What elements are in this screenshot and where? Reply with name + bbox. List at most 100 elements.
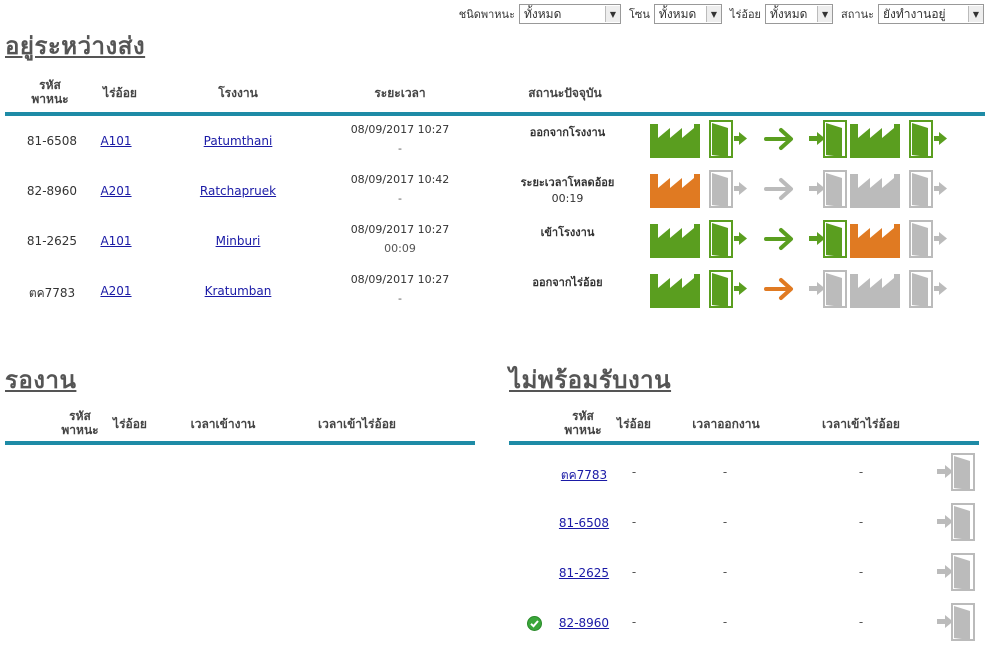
chevron-down-icon: ▼ <box>705 6 721 22</box>
col-header-farm-entry-time: เวลาเข้าไร่อ้อย <box>822 417 900 431</box>
door-enter-icon[interactable] <box>936 603 976 644</box>
table-row: 82-8960 - - - <box>509 600 985 648</box>
start-time: 08/09/2017 10:42 <box>350 173 450 186</box>
col-header-vehicle: รหัสพาหนะ <box>61 409 99 437</box>
end-time: - <box>722 515 728 529</box>
vehicle-cell: 81-6508 <box>549 516 619 530</box>
door-exit-icon <box>908 270 948 308</box>
factory-link[interactable]: Ratchapruek <box>200 184 276 198</box>
vehicle-cell: 81-2625 <box>549 566 619 580</box>
col-header-farm-entry-time: เวลาเข้าไร่อ้อย <box>318 417 396 431</box>
vehicle-id: 81-6508 <box>26 134 78 148</box>
door-enter-icon[interactable] <box>936 453 976 494</box>
status-sub: 00:19 <box>551 192 584 205</box>
door-enter-icon[interactable] <box>936 553 976 594</box>
col-header-status: สถานะปัจจุบัน <box>528 86 602 100</box>
table-row: 81-2625 - - - <box>509 550 985 598</box>
status-select[interactable]: ยังทำงานอยู่ ▼ <box>878 4 984 24</box>
status-label: ออกจากไร่อ้อย <box>532 276 603 289</box>
table-row: ตค7783 - - - <box>509 450 985 498</box>
end-time: - <box>722 615 728 629</box>
farm-link[interactable]: A101 <box>100 134 131 148</box>
factory-link[interactable]: Kratumban <box>205 284 272 298</box>
vehicle-link[interactable]: ตค7783 <box>561 468 607 482</box>
farm-cell: A101 <box>90 134 142 148</box>
vehicle-cell: 82-8960 <box>549 616 619 630</box>
factory-icon <box>650 270 700 308</box>
col-header-vehicle: รหัสพาหนะ <box>564 409 602 437</box>
col-header-vehicle: รหัสพาหนะ <box>31 78 69 106</box>
farm-value: - <box>631 465 637 479</box>
factory-link[interactable]: Patumthani <box>204 134 273 148</box>
farm-cell: A201 <box>90 284 142 298</box>
filter-bar: ชนิดพาหนะ ทั้งหมด ▼ โซน ทั้งหมด ▼ ไร่อ้อย … <box>455 4 984 24</box>
progress-icons <box>650 270 948 308</box>
farm-link[interactable]: A201 <box>100 184 131 198</box>
factory-icon <box>850 170 900 208</box>
progress-icons <box>650 220 948 258</box>
farm-select-value: ทั้งหมด <box>770 6 808 21</box>
vehicle-type-select[interactable]: ทั้งหมด ▼ <box>519 4 621 24</box>
door-enter-icon <box>808 270 848 308</box>
factory-icon <box>850 270 900 308</box>
duration: 00:09 <box>384 242 416 255</box>
door-enter-icon[interactable] <box>936 503 976 544</box>
progress-icons <box>650 170 948 208</box>
farm-cell: A201 <box>90 184 142 198</box>
filter-label-vehicle-type: ชนิดพาหนะ <box>458 8 515 21</box>
door-enter-icon <box>808 170 848 208</box>
factory-link[interactable]: Minburi <box>216 234 261 248</box>
filter-label-status: สถานะ <box>841 8 874 21</box>
table-row: 82-8960 A201 Ratchapruek 08/09/2017 10:42 - ร… <box>0 167 989 215</box>
door-exit-icon <box>908 220 948 258</box>
farm-link[interactable]: A101 <box>100 234 131 248</box>
factory-icon <box>650 170 700 208</box>
start-time: 08/09/2017 10:27 <box>350 273 450 286</box>
filter-label-farm: ไร่อ้อย <box>729 8 762 21</box>
end-time: - <box>722 565 728 579</box>
farm-select[interactable]: ทั้งหมด ▼ <box>765 4 834 24</box>
header-divider <box>509 441 979 445</box>
door-enter-icon <box>808 220 848 258</box>
zone-select[interactable]: ทั้งหมด ▼ <box>653 4 722 24</box>
section-title-in-transit: อยู่ระหว่างส่ง <box>5 32 146 60</box>
arrow-right-icon <box>764 277 796 301</box>
col-header-start-time: เวลาเข้างาน <box>190 417 256 431</box>
farm-value: - <box>631 515 637 529</box>
col-header-farm: ไร่อ้อย <box>103 86 137 100</box>
door-exit-icon <box>708 170 748 208</box>
factory-cell: Kratumban <box>188 284 288 298</box>
arrow-right-icon <box>764 227 796 251</box>
table-row: 81-6508 - - - <box>509 500 985 548</box>
chevron-down-icon: ▼ <box>605 6 620 22</box>
factory-cell: Minburi <box>188 234 288 248</box>
start-time: 08/09/2017 10:27 <box>350 123 450 136</box>
arrow-right-icon <box>764 177 796 201</box>
farm-entry-time: - <box>858 615 864 629</box>
vehicle-link[interactable]: 82-8960 <box>559 616 609 630</box>
table-row: ตค7783 A201 Kratumban 08/09/2017 10:27 - ออกจ… <box>0 267 989 315</box>
section-title-waiting: รองาน <box>5 366 77 394</box>
farm-entry-time: - <box>858 565 864 579</box>
farm-link[interactable]: A201 <box>100 284 131 298</box>
table-row: 81-6508 A101 Patumthani 08/09/2017 10:27 - ออ… <box>0 117 989 165</box>
factory-icon <box>650 220 700 258</box>
col-header-factory: โรงงาน <box>218 86 258 100</box>
vehicle-link[interactable]: 81-2625 <box>559 566 609 580</box>
filter-label-zone: โซน <box>629 8 650 21</box>
duration: - <box>398 192 402 205</box>
vehicle-id: 81-2625 <box>26 234 78 248</box>
door-exit-icon <box>908 120 948 158</box>
chevron-down-icon: ▼ <box>968 6 983 22</box>
col-header-end-time: เวลาออกงาน <box>692 417 760 431</box>
status-label: ระยะเวลาโหลดอ้อย <box>520 176 615 189</box>
factory-cell: Patumthani <box>188 134 288 148</box>
door-exit-icon <box>708 270 748 308</box>
vehicle-id: ตค7783 <box>28 286 76 300</box>
vehicle-cell: ตค7783 <box>549 466 619 485</box>
factory-cell: Ratchapruek <box>188 184 288 198</box>
check-circle-icon <box>527 616 542 634</box>
chevron-down-icon: ▼ <box>817 6 833 22</box>
header-divider <box>5 441 475 445</box>
vehicle-link[interactable]: 81-6508 <box>559 516 609 530</box>
